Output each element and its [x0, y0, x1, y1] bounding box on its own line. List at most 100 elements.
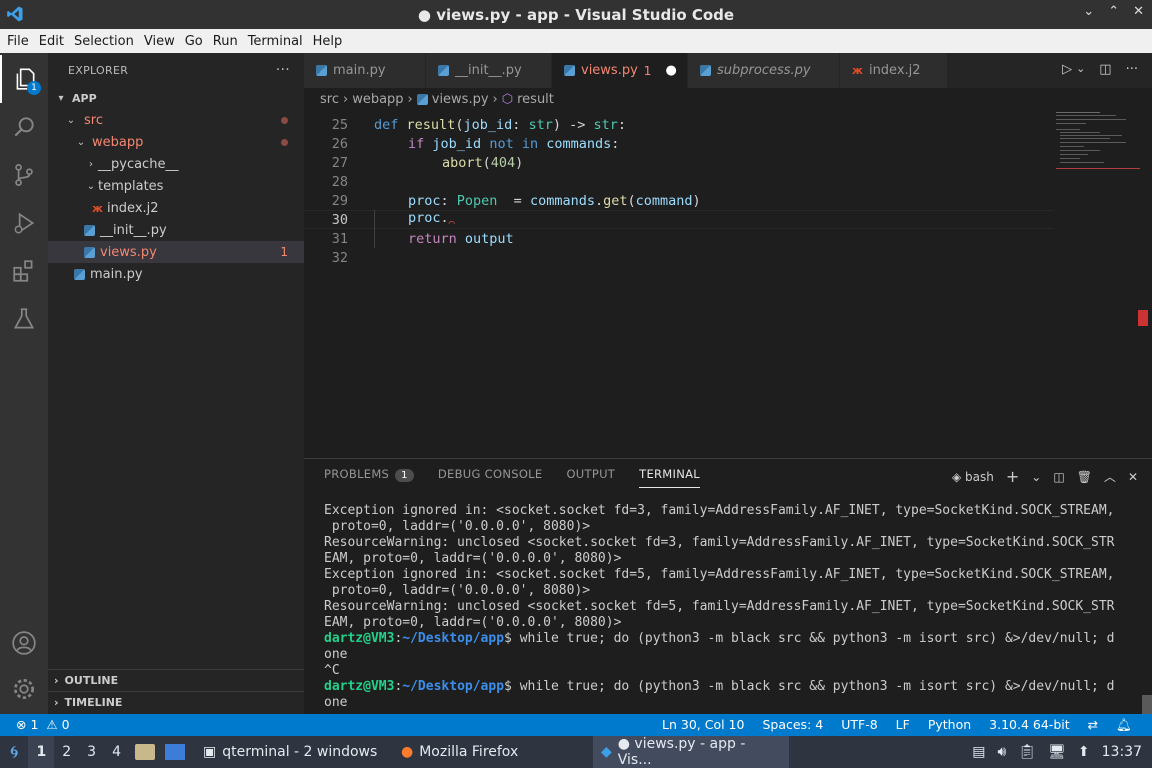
modified-dot	[281, 116, 288, 124]
new-terminal-button[interactable]: +	[1006, 467, 1019, 486]
search-activity[interactable]	[0, 103, 48, 151]
tab-label: views.py	[581, 63, 638, 78]
menu-file[interactable]: File	[2, 34, 34, 49]
explorer-badge: 1	[27, 81, 41, 95]
start-menu-button[interactable]: 🌀︎	[0, 736, 28, 768]
breadcrumb-src[interactable]: src	[320, 92, 339, 107]
workspace-2[interactable]: 2	[54, 744, 79, 760]
minimap[interactable]	[1054, 110, 1148, 458]
update-icon[interactable]: ⬆	[1078, 744, 1090, 760]
terminal-icon: ◈	[951, 469, 962, 484]
jinja-file-icon: ж	[92, 201, 103, 215]
window-list-icon[interactable]: ▤	[972, 744, 985, 760]
timeline-section[interactable]: › TIMELINE	[48, 691, 304, 713]
close-panel-icon[interactable]: ✕	[1128, 470, 1138, 484]
tree-folder-pycache[interactable]: › __pycache__	[48, 153, 304, 175]
bell-icon[interactable]: 🔔︎	[1116, 717, 1132, 733]
tree-folder-webapp[interactable]: ⌄ webapp	[48, 131, 304, 153]
manage-activity[interactable]	[0, 665, 48, 713]
errors-indicator[interactable]: ⊗ 1	[16, 717, 38, 732]
run-debug-activity[interactable]	[0, 199, 48, 247]
more-actions-icon[interactable]: ···	[1126, 62, 1138, 77]
code-editor[interactable]: 25 def result(job_id: str) -> str: 26 if…	[304, 110, 1152, 458]
task-firefox[interactable]: ● Mozilla Firefox	[393, 736, 593, 768]
split-editor-icon[interactable]: ◫	[1099, 62, 1111, 77]
tree-folder-templates[interactable]: ⌄ templates	[48, 175, 304, 197]
file-manager-icon[interactable]	[134, 744, 155, 760]
tree-file-views-py[interactable]: views.py 1	[48, 241, 304, 263]
tree-file-main-py[interactable]: main.py	[48, 263, 304, 285]
tab-index-j2[interactable]: ж index.j2	[840, 53, 948, 88]
tree-file-index-j2[interactable]: ж index.j2	[48, 197, 304, 219]
explorer-more-button[interactable]: ···	[276, 62, 290, 78]
flask-icon	[13, 308, 35, 329]
live-share-icon[interactable]: ⇄	[1088, 717, 1098, 733]
menu-go[interactable]: Go	[180, 34, 208, 49]
tab-debug-console[interactable]: DEBUG CONSOLE	[438, 467, 543, 488]
clock[interactable]: 13:37	[1102, 744, 1142, 760]
workspace-4[interactable]: 4	[104, 744, 129, 760]
minimize-button[interactable]: ⌄	[1083, 4, 1094, 19]
testing-activity[interactable]	[0, 295, 48, 343]
clipboard-icon[interactable]: 📋︎	[1018, 744, 1036, 760]
tab-subprocess-py[interactable]: subprocess.py	[688, 53, 840, 88]
trash-icon[interactable]: 🗑	[1077, 470, 1092, 484]
explorer-activity[interactable]: 1	[0, 55, 48, 103]
menu-help[interactable]: Help	[308, 34, 348, 49]
cursor-position[interactable]: Ln 30, Col 10	[662, 717, 744, 733]
workspace-root[interactable]: ▾ APP	[48, 87, 304, 109]
chevron-down-icon[interactable]: ⌄	[1076, 62, 1085, 77]
unsaved-dot-icon[interactable]: ●	[665, 63, 676, 78]
terminal-output[interactable]: Exception ignored in: <socket.socket fd=…	[324, 503, 1140, 711]
tree-file-init-py[interactable]: __init__.py	[48, 219, 304, 241]
warnings-indicator[interactable]: ⚠ 0	[46, 717, 69, 732]
menu-view[interactable]: View	[139, 34, 180, 49]
end-of-line[interactable]: LF	[896, 717, 910, 733]
tab-problems[interactable]: PROBLEMS 1	[324, 467, 414, 488]
menu-edit[interactable]: Edit	[34, 34, 69, 49]
indentation[interactable]: Spaces: 4	[762, 717, 823, 733]
maximize-button[interactable]: ⌃	[1108, 4, 1119, 19]
extensions-activity[interactable]	[0, 247, 48, 295]
task-vscode[interactable]: ◆ ● views.py - app - Vis...	[592, 736, 789, 768]
tab-label: index.j2	[868, 63, 921, 78]
chevron-down-icon: ⌄	[66, 114, 76, 126]
network-icon[interactable]: 🖥︎	[1048, 744, 1066, 760]
tree-label: __init__.py	[100, 222, 167, 238]
tab-main-py[interactable]: main.py	[304, 53, 426, 88]
maximize-panel-icon[interactable]: ︿	[1104, 468, 1116, 485]
tree-folder-src[interactable]: ⌄ src	[48, 109, 304, 131]
code-line: 32	[304, 248, 1064, 267]
task-qterminal[interactable]: ▣ qterminal - 2 windows	[195, 736, 393, 768]
volume-icon[interactable]: 🔊︎	[998, 744, 1007, 760]
close-window-button[interactable]: ✕	[1133, 4, 1144, 19]
vscode-logo-icon: ◆	[600, 744, 612, 760]
chevron-down-icon[interactable]: ⌄	[1031, 470, 1041, 484]
encoding[interactable]: UTF-8	[841, 717, 877, 733]
outline-section[interactable]: › OUTLINE	[48, 669, 304, 691]
tree-label: src	[84, 112, 103, 128]
menu-run[interactable]: Run	[208, 34, 243, 49]
tab-views-py[interactable]: views.py 1 ●	[552, 53, 688, 88]
terminal-scrollbar[interactable]	[1142, 695, 1152, 715]
menu-terminal[interactable]: Terminal	[243, 34, 308, 49]
accounts-activity[interactable]	[0, 619, 48, 667]
source-control-activity[interactable]	[0, 151, 48, 199]
show-desktop-icon[interactable]	[164, 744, 185, 760]
tab-init-py[interactable]: __init__.py	[426, 53, 552, 88]
menu-selection[interactable]: Selection	[69, 34, 139, 49]
split-terminal-icon[interactable]: ◫	[1053, 470, 1064, 484]
breadcrumb-result[interactable]: result	[517, 92, 554, 107]
breadcrumb-views-py[interactable]: views.py	[432, 92, 489, 107]
terminal-shell-selector[interactable]: ◈ bash	[952, 470, 994, 484]
tab-output[interactable]: OUTPUT	[566, 467, 615, 488]
tab-terminal[interactable]: TERMINAL	[639, 467, 700, 488]
workspace-3[interactable]: 3	[79, 744, 104, 760]
python-file-icon	[84, 224, 95, 236]
code-line: 25 def result(job_id: str) -> str:	[304, 115, 1064, 134]
python-interpreter[interactable]: 3.10.4 64-bit	[989, 717, 1069, 733]
language-mode[interactable]: Python	[928, 717, 971, 733]
workspace-1[interactable]: 1	[28, 736, 55, 768]
breadcrumb-webapp[interactable]: webapp	[352, 92, 403, 107]
run-file-icon[interactable]: ▷	[1062, 62, 1072, 77]
